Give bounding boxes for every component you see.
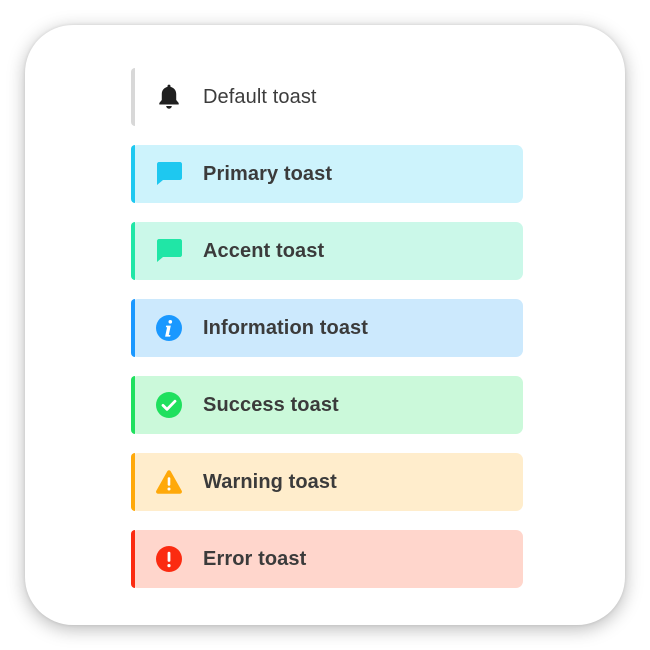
info-icon [155, 314, 183, 342]
chat-bubble-icon [155, 160, 183, 188]
toast-warning[interactable]: Warning toast [131, 453, 523, 511]
chat-bubble-icon [155, 237, 183, 265]
warning-triangle-icon [155, 468, 183, 496]
toast-default[interactable]: Default toast [131, 68, 523, 126]
toast-label: Primary toast [203, 163, 333, 185]
toast-primary[interactable]: Primary toast [131, 145, 523, 203]
toast-list: Default toast Primary toast Accent toast [131, 68, 523, 607]
check-circle-icon [155, 391, 183, 419]
toast-information[interactable]: Information toast [131, 299, 523, 357]
toast-label: Default toast [203, 86, 317, 108]
toast-accent[interactable]: Accent toast [131, 222, 523, 280]
toast-label: Success toast [203, 394, 339, 416]
toast-label: Warning toast [203, 471, 337, 493]
toast-label: Accent toast [203, 240, 325, 262]
toast-success[interactable]: Success toast [131, 376, 523, 434]
toast-error[interactable]: Error toast [131, 530, 523, 588]
error-circle-icon [155, 545, 183, 573]
bell-icon [155, 83, 183, 111]
toast-label: Error toast [203, 548, 307, 570]
toast-label: Information toast [203, 317, 369, 339]
toast-showcase-card: Default toast Primary toast Accent toast [25, 25, 625, 625]
